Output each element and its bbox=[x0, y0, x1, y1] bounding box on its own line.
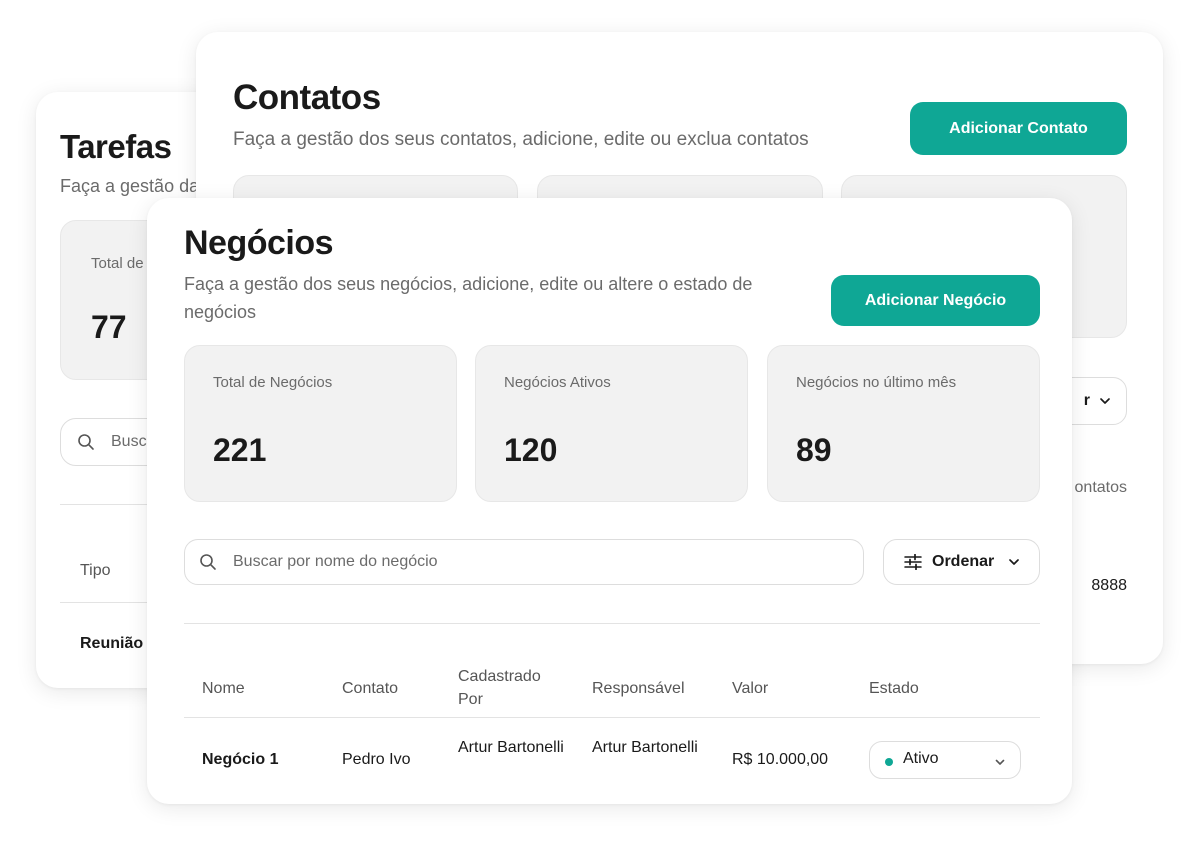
tarefas-title: Tarefas bbox=[60, 128, 172, 165]
search-icon bbox=[77, 433, 95, 456]
table-cell-valor: R$ 10.000,00 bbox=[732, 751, 829, 768]
chevron-down-icon bbox=[1098, 394, 1112, 413]
contatos-subtitle: Faça a gestão dos seus contatos, adicion… bbox=[233, 129, 809, 150]
tarefas-stat-label: Total de bbox=[91, 255, 144, 272]
contatos-count: ontatos bbox=[1074, 479, 1127, 496]
status-value: Ativo bbox=[903, 750, 939, 767]
contatos-title: Contatos bbox=[233, 78, 381, 117]
status-select[interactable]: Ativo bbox=[869, 741, 1021, 779]
stat-label: Negócios Ativos bbox=[504, 374, 611, 391]
page-title: Negócios bbox=[184, 224, 334, 262]
column-header-contato: Contato bbox=[342, 680, 399, 697]
table-cell-tipo[interactable]: Reunião bbox=[80, 635, 143, 653]
column-header-tipo: Tipo bbox=[80, 562, 111, 579]
status-dot-icon bbox=[885, 758, 893, 766]
negocios-card: Negócios Faça a gestão dos seus negócios… bbox=[147, 198, 1072, 804]
column-header-nome: Nome bbox=[202, 680, 245, 697]
page-subtitle: Faça a gestão dos seus negócios, adicion… bbox=[184, 274, 753, 322]
add-contact-button[interactable]: Adicionar Contato bbox=[910, 102, 1127, 155]
chevron-down-icon bbox=[994, 755, 1006, 773]
tarefas-stat-value: 77 bbox=[91, 309, 127, 345]
table-cell-responsavel: Artur Bartonelli bbox=[592, 739, 698, 756]
search-icon bbox=[199, 553, 217, 576]
search-input[interactable] bbox=[231, 540, 851, 584]
stat-card-active: Negócios Ativos 120 bbox=[475, 345, 748, 502]
column-header-responsavel: Responsável bbox=[592, 680, 685, 697]
contatos-sort-label: r bbox=[1083, 392, 1090, 409]
stat-label: Negócios no último mês bbox=[796, 374, 957, 391]
sliders-icon bbox=[904, 553, 922, 575]
sort-button[interactable]: Ordenar bbox=[883, 539, 1040, 585]
column-header-estado: Estado bbox=[869, 680, 919, 697]
tarefas-subtitle: Faça a gestão da bbox=[60, 176, 200, 196]
stat-value: 221 bbox=[213, 432, 267, 468]
divider bbox=[184, 623, 1040, 624]
stat-value: 120 bbox=[504, 432, 558, 468]
table-cell-cadastrado-por: Artur Bartonelli bbox=[458, 739, 564, 756]
search-field bbox=[184, 539, 864, 585]
add-deal-button[interactable]: Adicionar Negócio bbox=[831, 275, 1040, 326]
divider bbox=[184, 717, 1040, 718]
column-header-cadastrado-por: Cadastrado Por bbox=[458, 668, 541, 708]
stat-card-last-month: Negócios no último mês 89 bbox=[767, 345, 1040, 502]
stat-value: 89 bbox=[796, 432, 832, 468]
chevron-down-icon bbox=[1007, 555, 1021, 574]
stat-card-total: Total de Negócios 221 bbox=[184, 345, 457, 502]
sort-label: Ordenar bbox=[932, 553, 995, 570]
stat-label: Total de Negócios bbox=[213, 374, 333, 391]
contatos-phone-cell: 8888 bbox=[1091, 577, 1127, 594]
table-cell-nome[interactable]: Negócio 1 bbox=[202, 748, 278, 771]
table-cell-contato: Pedro Ivo bbox=[342, 751, 411, 768]
column-header-valor: Valor bbox=[732, 680, 769, 697]
